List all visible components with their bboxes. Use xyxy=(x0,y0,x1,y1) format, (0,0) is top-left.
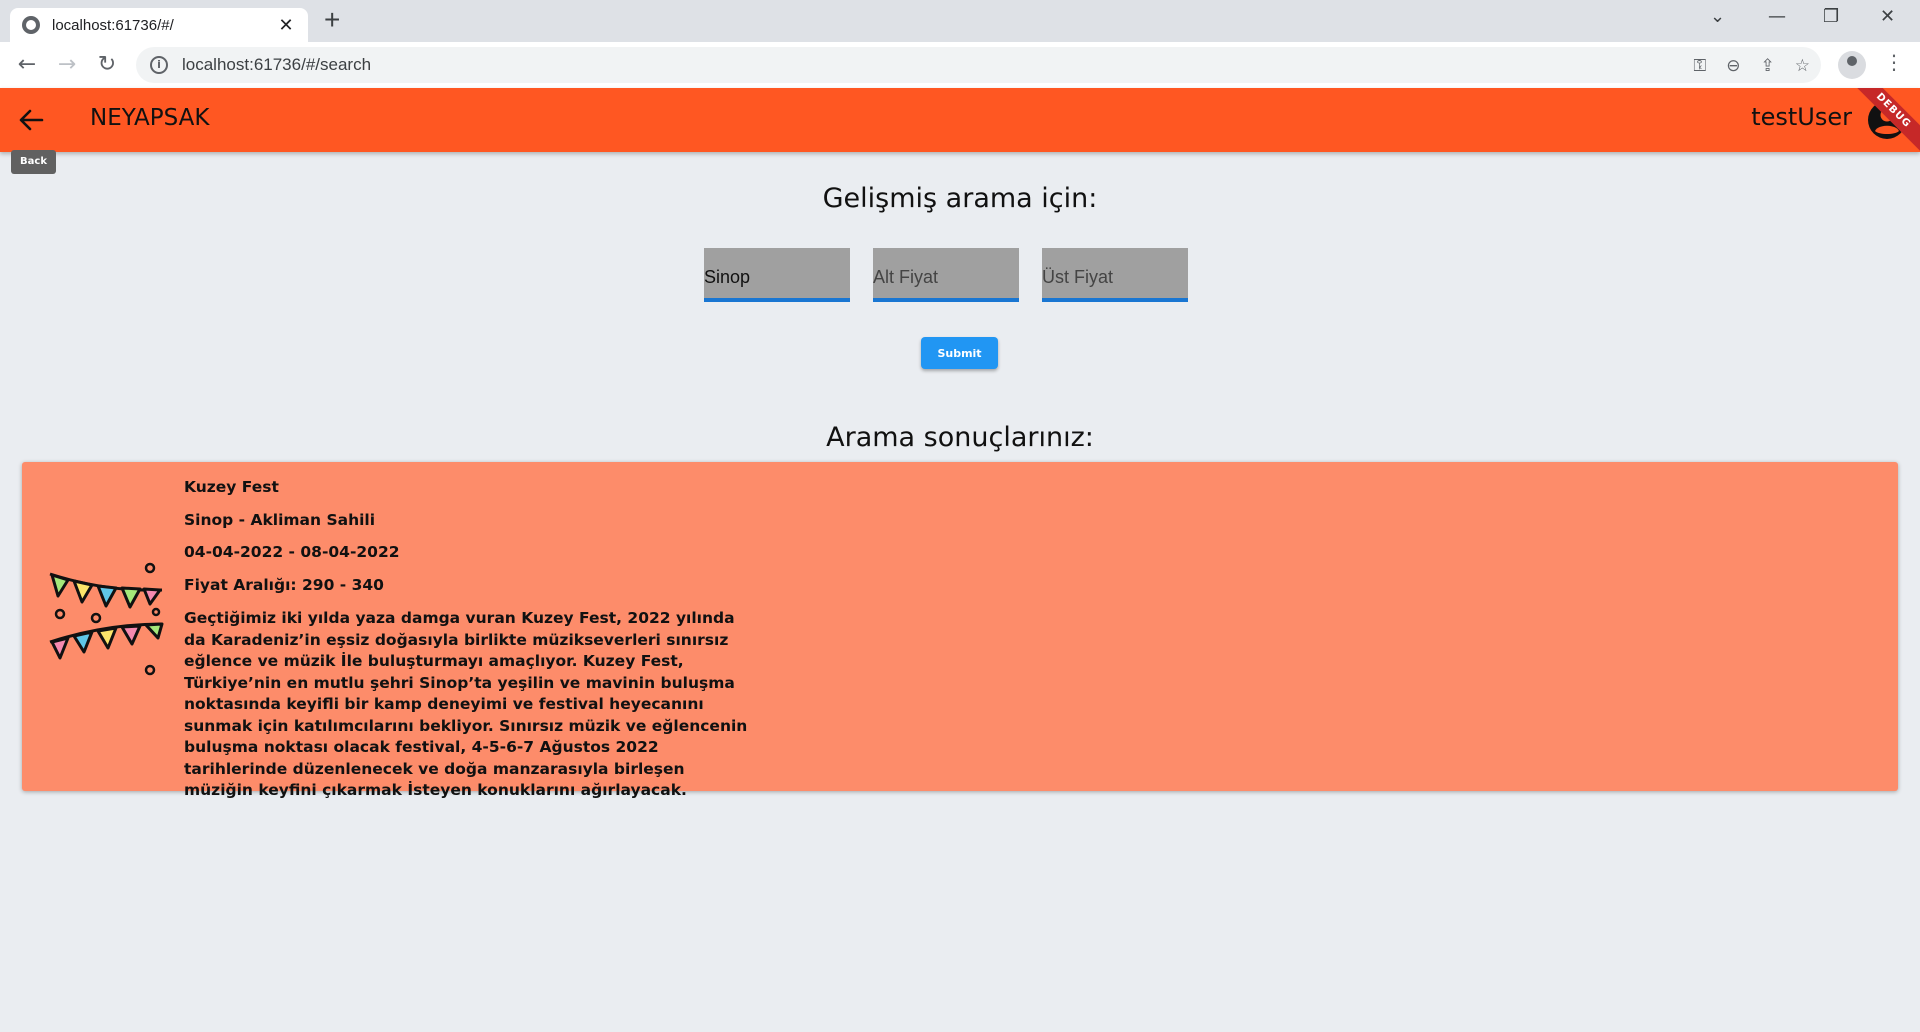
max-price-input[interactable] xyxy=(1042,248,1188,298)
result-details: Kuzey Fest Sinop - Akliman Sahili 04-04-… xyxy=(184,476,754,802)
event-location: Sinop - Akliman Sahili xyxy=(184,510,376,529)
profile-avatar-icon[interactable] xyxy=(1838,51,1866,79)
address-url: localhost:61736/#/search xyxy=(182,55,372,74)
city-input[interactable] xyxy=(704,248,850,298)
max-price-field[interactable] xyxy=(1042,248,1188,302)
submit-button[interactable]: Submit xyxy=(921,337,998,369)
event-description: Geçtiğimiz iki yılda yaza damga vuran Ku… xyxy=(184,609,748,799)
key-icon[interactable]: ⚿ xyxy=(1693,56,1706,76)
result-card[interactable]: Kuzey Fest Sinop - Akliman Sahili 04-04-… xyxy=(22,462,1898,799)
forward-nav-icon[interactable]: → xyxy=(52,50,82,80)
back-arrow-icon[interactable] xyxy=(12,98,52,142)
back-tooltip: Back xyxy=(11,150,56,174)
bunting-icon xyxy=(49,562,164,676)
app-bar: NEYAPSAK testUser DEBUG xyxy=(0,88,1920,152)
new-tab-icon[interactable]: + xyxy=(324,6,340,34)
restore-icon[interactable]: ❐ xyxy=(1823,6,1839,27)
bookmark-star-icon[interactable]: ☆ xyxy=(1795,56,1810,76)
min-price-input[interactable] xyxy=(873,248,1019,298)
results-heading: Arama sonuçlarınız: xyxy=(826,422,1094,453)
browser-toolbar: ← → ↻ i localhost:61736/#/search ⚿ ⊖ ⇪ ☆ xyxy=(0,42,1920,88)
city-field[interactable] xyxy=(704,248,850,302)
browser-tab[interactable]: localhost:61736/#/ ✕ xyxy=(10,8,308,42)
event-price-range: Fiyat Aralığı: 290 - 340 xyxy=(184,575,384,594)
event-name: Kuzey Fest xyxy=(184,478,279,496)
min-price-field[interactable] xyxy=(873,248,1019,302)
search-heading: Gelişmiş arama için: xyxy=(822,183,1098,214)
browser-tab-strip: localhost:61736/#/ ✕ + ⌄ — ❐ ✕ xyxy=(0,0,1920,42)
address-bar-actions: ⚿ ⊖ ⇪ ☆ xyxy=(1693,56,1810,76)
reload-icon[interactable]: ↻ xyxy=(92,50,122,80)
username-label: testUser xyxy=(1751,103,1852,131)
address-bar[interactable]: i localhost:61736/#/search xyxy=(136,47,1821,83)
tab-search-icon[interactable]: ⌄ xyxy=(1710,6,1725,27)
zoom-icon[interactable]: ⊖ xyxy=(1726,56,1740,76)
globe-icon xyxy=(22,16,40,34)
close-tab-icon[interactable]: ✕ xyxy=(276,15,296,36)
minimize-icon[interactable]: — xyxy=(1768,6,1786,27)
tab-title: localhost:61736/#/ xyxy=(52,16,174,34)
browser-menu-icon[interactable]: ⋮ xyxy=(1884,50,1904,74)
share-icon[interactable]: ⇪ xyxy=(1761,56,1775,76)
back-nav-icon[interactable]: ← xyxy=(12,50,42,80)
event-dates: 04-04-2022 - 08-04-2022 xyxy=(184,543,400,561)
site-info-icon[interactable]: i xyxy=(150,56,168,74)
window-close-icon[interactable]: ✕ xyxy=(1880,6,1895,27)
app-title: NEYAPSAK xyxy=(90,105,210,131)
